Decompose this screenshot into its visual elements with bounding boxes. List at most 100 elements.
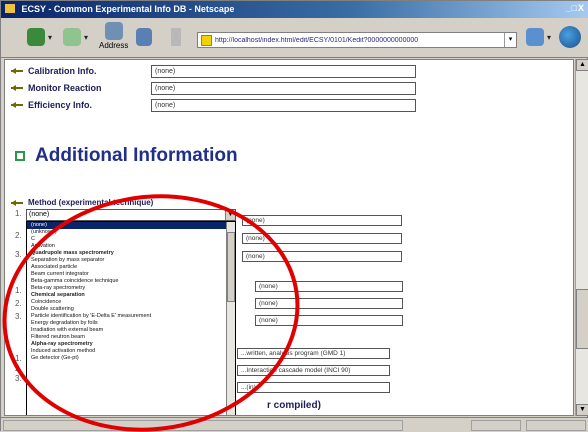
go-button[interactable]: ▾: [526, 28, 551, 46]
back-button[interactable]: ▾: [27, 28, 52, 46]
analysis-select[interactable]: ...(in): [237, 382, 390, 393]
dropdown-scrollbar[interactable]: [226, 222, 235, 415]
globe-icon: [559, 26, 581, 48]
calibration-select[interactable]: (none): [151, 64, 416, 78]
dropdown-option[interactable]: (unknown): [27, 229, 235, 236]
scroll-down-icon[interactable]: ▼: [576, 404, 588, 416]
status-bar: [1, 417, 588, 432]
chevron-down-icon[interactable]: ▾: [48, 33, 52, 42]
square-bullet-icon: [15, 151, 25, 161]
arrow-icon: [11, 102, 23, 108]
netscape-icon: [5, 4, 15, 13]
efficiency-select[interactable]: (none): [151, 98, 416, 112]
people-button[interactable]: [136, 28, 152, 46]
address-label: Address: [99, 41, 129, 50]
browser-window: ECSY - Common Experimental Info DB - Net…: [0, 0, 588, 432]
arrow-icon: [11, 199, 23, 206]
go-icon: [526, 28, 544, 46]
data-compiled-label: r compiled): [267, 400, 321, 411]
forward-arrow-icon: [63, 28, 81, 46]
dropdown-option[interactable]: Associated particle: [27, 264, 235, 271]
detector-select[interactable]: (none): [255, 298, 403, 309]
arrow-icon: [11, 85, 23, 91]
section-title: Additional Information: [35, 145, 238, 166]
method-dropdown-list[interactable]: (none) (unknown) C Activation Quadrupole mas…: [26, 221, 236, 415]
window-controls[interactable]: _□X: [566, 3, 585, 13]
method-select-value: (none): [29, 211, 50, 218]
dropdown-option[interactable]: C: [27, 236, 235, 243]
row-number: 2.: [15, 231, 22, 240]
analysis-select[interactable]: ...written, analysis program (GMD 1): [237, 348, 390, 359]
window-title: ECSY - Common Experimental Info DB - Net…: [21, 4, 235, 14]
bookmark-button[interactable]: [171, 28, 181, 46]
bookmark-icon: [171, 28, 181, 46]
method-select-row2[interactable]: (none): [242, 233, 402, 244]
dropdown-option[interactable]: Energy degradation by foils: [27, 320, 235, 327]
chevron-down-icon[interactable]: ▾: [504, 33, 516, 47]
section-heading: Additional Information: [15, 145, 238, 167]
row-number: 3.: [15, 312, 22, 321]
info-label: Calibration Info.: [28, 66, 97, 76]
status-zone: [471, 420, 521, 431]
chevron-down-icon[interactable]: ▼: [225, 210, 235, 220]
url-bar[interactable]: http://localhost/index.html/edit/ECSY/01…: [197, 32, 517, 48]
dropdown-option[interactable]: Quadrupole mass spectrometry: [27, 250, 235, 257]
method-select-row2[interactable]: (none): [242, 251, 402, 262]
dropdown-option[interactable]: Beam current integrator: [27, 271, 235, 278]
chevron-down-icon[interactable]: ▾: [84, 33, 88, 42]
info-label: Monitor Reaction: [28, 83, 102, 93]
dropdown-option[interactable]: Coincidence: [27, 299, 235, 306]
dropdown-option[interactable]: Beta-ray spectrometry: [27, 285, 235, 292]
dropdown-option[interactable]: Double scattering: [27, 306, 235, 313]
netscape-globe[interactable]: [559, 26, 581, 48]
page-scrollbar[interactable]: ▲ ▼: [575, 59, 588, 416]
dropdown-scroll-thumb[interactable]: [227, 232, 235, 302]
title-bar[interactable]: ECSY - Common Experimental Info DB - Net…: [1, 1, 588, 18]
row-number: 1.: [15, 209, 22, 218]
status-icons: [526, 420, 586, 431]
monitor-select[interactable]: (none): [151, 81, 416, 95]
chevron-down-icon[interactable]: ▾: [547, 33, 551, 42]
row-number: 2.: [15, 299, 22, 308]
dropdown-option[interactable]: Irradiation with external beam: [27, 327, 235, 334]
row-number: 1.: [15, 354, 22, 363]
row-number: 3.: [15, 374, 22, 383]
dropdown-options: (none) (unknown) C Activation Quadrupole mas…: [27, 222, 235, 362]
page-content: Calibration Info. (none) Monitor Reactio…: [4, 59, 574, 416]
method-select[interactable]: (none) ▼: [26, 209, 236, 221]
dropdown-option[interactable]: Beta-gamma coincidence technique: [27, 278, 235, 285]
people-icon: [136, 28, 152, 46]
dropdown-option[interactable]: Activation: [27, 243, 235, 250]
url-text[interactable]: http://localhost/index.html/edit/ECSY/01…: [215, 37, 504, 44]
back-arrow-icon: [27, 28, 45, 46]
navigation-toolbar: ▾ ▾ Address http://localhost/index.html/…: [1, 18, 588, 58]
detector-select[interactable]: (none): [255, 281, 403, 292]
dropdown-option[interactable]: Induced activation method: [27, 348, 235, 355]
analysis-select[interactable]: ...Interaction cascade model (INCI 90): [237, 365, 390, 376]
page-icon: [201, 34, 212, 46]
detector-select[interactable]: (none): [255, 315, 403, 326]
dropdown-option[interactable]: Ge detector (Ge-pt): [27, 355, 235, 362]
page-scroll-thumb[interactable]: [576, 289, 588, 349]
address-button[interactable]: Address: [99, 22, 128, 50]
row-number: 2.: [15, 364, 22, 373]
info-row-efficiency: Efficiency Info. (none): [11, 98, 416, 112]
dropdown-option[interactable]: Particle identification by 'E-Delta E' m…: [27, 313, 235, 320]
forward-button[interactable]: ▾: [63, 28, 88, 46]
dropdown-option[interactable]: Filtered neutron beam: [27, 334, 235, 341]
dropdown-option[interactable]: Separation by mass separator: [27, 257, 235, 264]
info-row-calibration: Calibration Info. (none): [11, 64, 416, 78]
method-select-row2[interactable]: (none): [242, 215, 402, 226]
arrow-icon: [11, 68, 23, 74]
info-row-monitor: Monitor Reaction (none): [11, 81, 416, 95]
dropdown-option[interactable]: (none): [27, 222, 235, 229]
row-number: 1.: [15, 286, 22, 295]
info-label: Efficiency Info.: [28, 100, 93, 110]
row-number: 3.: [15, 250, 22, 259]
method-label: Method (experimental technique): [11, 198, 153, 207]
dropdown-option[interactable]: Chemical separation: [27, 292, 235, 299]
scroll-up-icon[interactable]: ▲: [576, 59, 588, 71]
status-text: [3, 420, 403, 431]
address-icon: [104, 22, 123, 40]
dropdown-option[interactable]: Alpha-ray spectrometry: [27, 341, 235, 348]
